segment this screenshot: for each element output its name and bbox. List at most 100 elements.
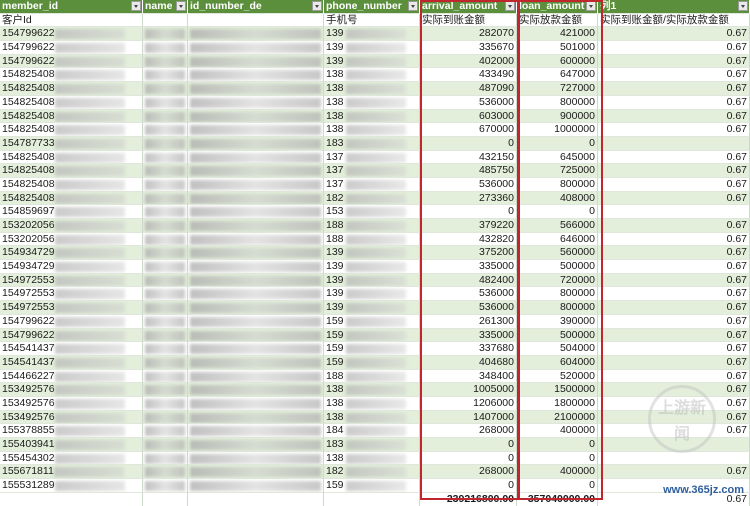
ratio-cell[interactable]: 0.67 — [598, 301, 750, 315]
member-id-cell[interactable]: 154825408 — [0, 109, 143, 124]
name-cell[interactable] — [143, 205, 188, 219]
id-number-cell[interactable] — [188, 246, 324, 261]
id-number-cell[interactable] — [188, 54, 324, 69]
name-cell[interactable] — [143, 287, 188, 302]
phone-cell[interactable]: 139 — [324, 27, 420, 42]
member-id-cell[interactable]: 154825408 — [0, 191, 143, 206]
phone-cell[interactable]: 138 — [324, 95, 420, 110]
loan-amount-cell[interactable]: 600000 — [517, 54, 598, 69]
name-cell[interactable] — [143, 68, 188, 83]
arrival-amount-cell[interactable]: 603000 — [420, 109, 517, 124]
phone-cell[interactable]: 183 — [324, 136, 420, 151]
id-number-cell[interactable] — [188, 369, 324, 384]
arrival-amount-cell[interactable]: 335000 — [420, 260, 517, 274]
phone-cell[interactable]: 138 — [324, 396, 420, 411]
loan-amount-cell[interactable]: 800000 — [517, 177, 598, 192]
arrival-amount-cell[interactable]: 536000 — [420, 95, 517, 110]
id-number-cell[interactable] — [188, 287, 324, 302]
name-cell[interactable] — [143, 328, 188, 343]
name-cell[interactable] — [143, 95, 188, 110]
ratio-cell[interactable] — [598, 451, 750, 466]
id-number-cell[interactable] — [188, 219, 324, 233]
subheader-cell[interactable]: 实际到账金额 — [420, 13, 517, 28]
loan-amount-cell[interactable]: 725000 — [517, 164, 598, 178]
column-header-2[interactable]: id_number_de — [188, 0, 324, 14]
subheader-cell[interactable]: 实际放款金额 — [517, 13, 598, 28]
arrival-amount-cell[interactable]: 273360 — [420, 191, 517, 206]
member-id-cell[interactable]: 153492576 — [0, 383, 143, 397]
ratio-cell[interactable]: 0.67 — [598, 41, 750, 55]
id-number-cell[interactable] — [188, 164, 324, 178]
id-number-cell[interactable] — [188, 396, 324, 411]
arrival-amount-cell[interactable]: 337680 — [420, 342, 517, 356]
loan-amount-cell[interactable]: 0 — [517, 205, 598, 219]
phone-cell[interactable]: 184 — [324, 424, 420, 438]
ratio-cell[interactable]: 0.67 — [598, 369, 750, 384]
name-cell[interactable] — [143, 54, 188, 69]
subheader-cell[interactable]: 实际到账金额/实际放款金额 — [598, 13, 750, 28]
arrival-amount-cell[interactable]: 404680 — [420, 355, 517, 370]
name-cell[interactable] — [143, 177, 188, 192]
loan-amount-cell[interactable]: 645000 — [517, 150, 598, 165]
name-cell[interactable] — [143, 219, 188, 233]
id-number-cell[interactable] — [188, 451, 324, 466]
name-cell[interactable] — [143, 27, 188, 42]
filter-dropdown-icon[interactable] — [586, 1, 596, 11]
member-id-cell[interactable]: 155403941 — [0, 438, 143, 452]
arrival-amount-cell[interactable]: 335670 — [420, 41, 517, 55]
arrival-amount-cell[interactable]: 432820 — [420, 232, 517, 247]
member-id-cell[interactable]: 153492576 — [0, 410, 143, 425]
member-id-cell[interactable]: 154972553 — [0, 273, 143, 288]
name-cell[interactable] — [143, 123, 188, 137]
id-number-cell[interactable] — [188, 136, 324, 151]
subheader-cell[interactable]: 客户Id — [0, 13, 143, 28]
phone-cell[interactable]: 159 — [324, 355, 420, 370]
arrival-amount-cell[interactable]: 536000 — [420, 177, 517, 192]
member-id-cell[interactable]: 153202056 — [0, 232, 143, 247]
arrival-amount-cell[interactable]: 485750 — [420, 164, 517, 178]
member-id-cell[interactable]: 155454302 — [0, 451, 143, 466]
id-number-cell[interactable] — [188, 177, 324, 192]
name-cell[interactable] — [143, 424, 188, 438]
phone-cell[interactable]: 139 — [324, 273, 420, 288]
member-id-cell[interactable]: 154825408 — [0, 164, 143, 178]
arrival-amount-cell[interactable]: 335000 — [420, 328, 517, 343]
member-id-cell[interactable]: 154825408 — [0, 150, 143, 165]
member-id-cell[interactable]: 155671811 — [0, 465, 143, 480]
member-id-cell[interactable]: 154799622 — [0, 328, 143, 343]
id-number-cell[interactable] — [188, 465, 324, 480]
ratio-cell[interactable]: 0.67 — [598, 123, 750, 137]
arrival-total[interactable]: 239216800.00 — [420, 492, 517, 506]
member-id-cell[interactable]: 154934729 — [0, 246, 143, 261]
ratio-cell[interactable]: 0.67 — [598, 164, 750, 178]
arrival-amount-cell[interactable]: 268000 — [420, 465, 517, 480]
loan-amount-cell[interactable]: 0 — [517, 451, 598, 466]
phone-cell[interactable]: 159 — [324, 479, 420, 493]
name-cell[interactable] — [143, 355, 188, 370]
arrival-amount-cell[interactable]: 432150 — [420, 150, 517, 165]
filter-dropdown-icon[interactable] — [408, 1, 418, 11]
arrival-amount-cell[interactable]: 282070 — [420, 27, 517, 42]
phone-cell[interactable]: 138 — [324, 383, 420, 397]
loan-amount-cell[interactable]: 720000 — [517, 273, 598, 288]
member-id-cell[interactable]: 154541437 — [0, 355, 143, 370]
phone-cell[interactable]: 183 — [324, 438, 420, 452]
member-id-cell[interactable]: 154787733 — [0, 136, 143, 151]
member-id-cell[interactable]: 154825408 — [0, 68, 143, 83]
phone-cell[interactable]: 188 — [324, 232, 420, 247]
column-header-5[interactable]: loan_amount — [517, 0, 598, 14]
ratio-cell[interactable]: 0.67 — [598, 82, 750, 96]
member-id-cell[interactable]: 154799622 — [0, 314, 143, 329]
member-id-cell[interactable]: 154825408 — [0, 82, 143, 96]
member-id-cell[interactable]: 154859697 — [0, 205, 143, 219]
loan-amount-cell[interactable]: 504000 — [517, 342, 598, 356]
phone-cell[interactable]: 159 — [324, 342, 420, 356]
ratio-cell[interactable]: 0.67 — [598, 232, 750, 247]
loan-amount-cell[interactable]: 604000 — [517, 355, 598, 370]
ratio-cell[interactable]: 0.67 — [598, 246, 750, 261]
arrival-amount-cell[interactable]: 379220 — [420, 219, 517, 233]
arrival-amount-cell[interactable]: 670000 — [420, 123, 517, 137]
loan-amount-cell[interactable]: 560000 — [517, 246, 598, 261]
phone-cell[interactable]: 139 — [324, 301, 420, 315]
member-id-cell[interactable]: 155531289 — [0, 479, 143, 493]
